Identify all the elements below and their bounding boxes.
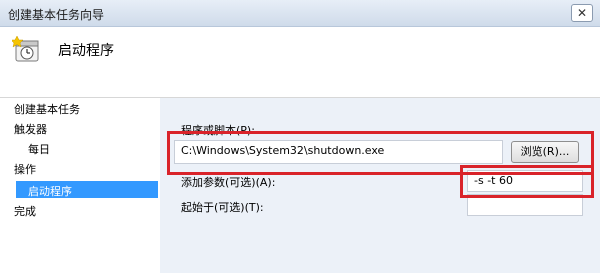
page-title: 启动程序 [58, 43, 114, 59]
sidebar-item-action[interactable]: 操作 [14, 161, 36, 177]
close-icon: ✕ [576, 6, 588, 20]
wizard-header [0, 27, 600, 98]
annotation-box-arguments [460, 165, 594, 198]
sidebar-section-title: 创建基本任务 [14, 103, 80, 116]
sidebar-item-finish[interactable]: 完成 [14, 203, 36, 219]
task-scheduler-icon [12, 35, 39, 62]
sidebar-item-trigger[interactable]: 触发器 [14, 121, 47, 137]
window-title: 创建基本任务向导 [8, 8, 105, 22]
close-button[interactable]: ✕ [571, 4, 593, 22]
sidebar-item-daily[interactable]: 每日 [28, 141, 50, 157]
start-in-label: 起始于(可选)(T): [181, 201, 264, 214]
arguments-label: 添加参数(可选)(A): [181, 176, 276, 189]
sidebar-item-start-program[interactable]: 启动程序 [28, 183, 72, 199]
